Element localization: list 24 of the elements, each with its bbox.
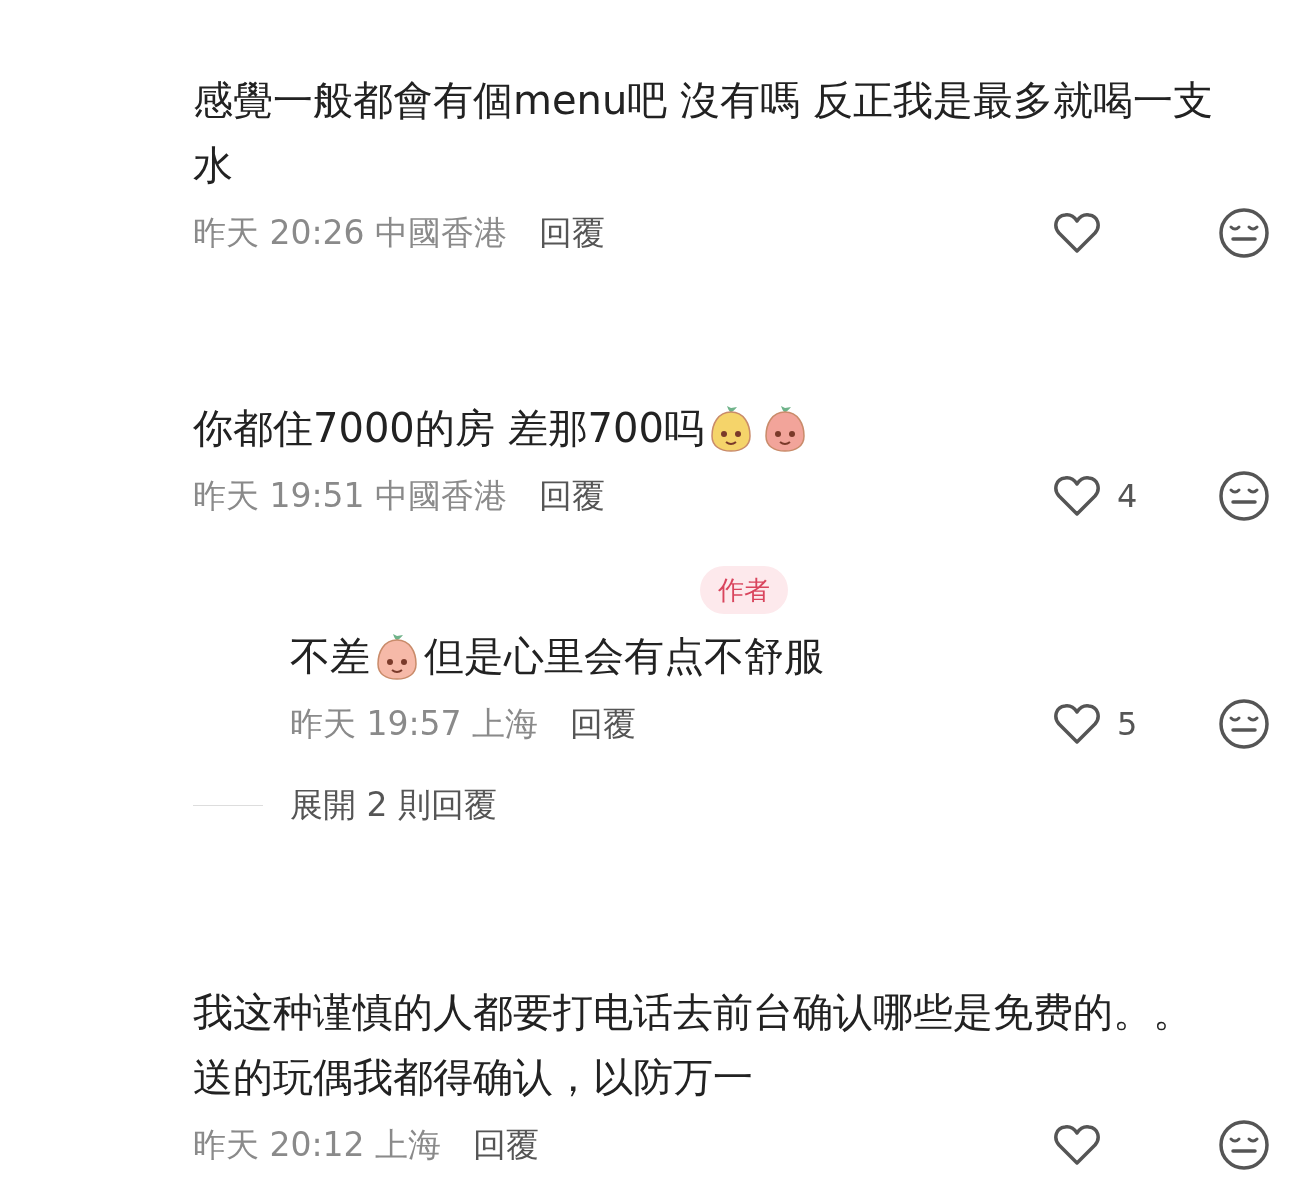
author-badge: 作者 — [700, 566, 788, 614]
comment-text: 感覺一般都會有個menu吧 沒有嗎 反正我是最多就喝一支 水 — [193, 76, 1214, 190]
reply-button[interactable]: 回覆 — [473, 1122, 540, 1168]
neutral-face-icon[interactable] — [1218, 207, 1270, 259]
reply-button[interactable]: 回覆 — [570, 701, 637, 747]
neutral-face-icon[interactable] — [1218, 698, 1270, 750]
heart-icon[interactable] — [1053, 1123, 1101, 1167]
comment-text: 你都住7000的房 差那700吗 — [193, 396, 1270, 461]
heart-icon[interactable] — [1053, 211, 1101, 255]
like-count: 5 — [1117, 705, 1138, 743]
heart-icon[interactable] — [1053, 474, 1101, 518]
expand-replies-link[interactable]: 展開 2 則回覆 — [290, 782, 497, 828]
reply-button[interactable]: 回覆 — [539, 210, 606, 256]
comment-text: 不差 但是心里会有点不舒服 — [290, 624, 1270, 689]
neutral-face-icon[interactable] — [1218, 470, 1270, 522]
heart-icon[interactable] — [1053, 702, 1101, 746]
like-count: 4 — [1117, 477, 1138, 515]
comment-text: 我这种谨慎的人都要打电话去前台确认哪些是免费的。。 送的玩偶我都得确认，以防万一 — [193, 988, 1194, 1102]
reply-button[interactable]: 回覆 — [539, 473, 606, 519]
neutral-face-icon[interactable] — [1218, 1119, 1270, 1171]
comment-time: 昨天 20:26 中國香港 — [193, 211, 508, 254]
comment-time: 昨天 19:51 中國香港 — [193, 474, 508, 517]
comment-time: 昨天 19:57 上海 — [290, 702, 539, 745]
comment-time: 昨天 20:12 上海 — [193, 1123, 442, 1166]
